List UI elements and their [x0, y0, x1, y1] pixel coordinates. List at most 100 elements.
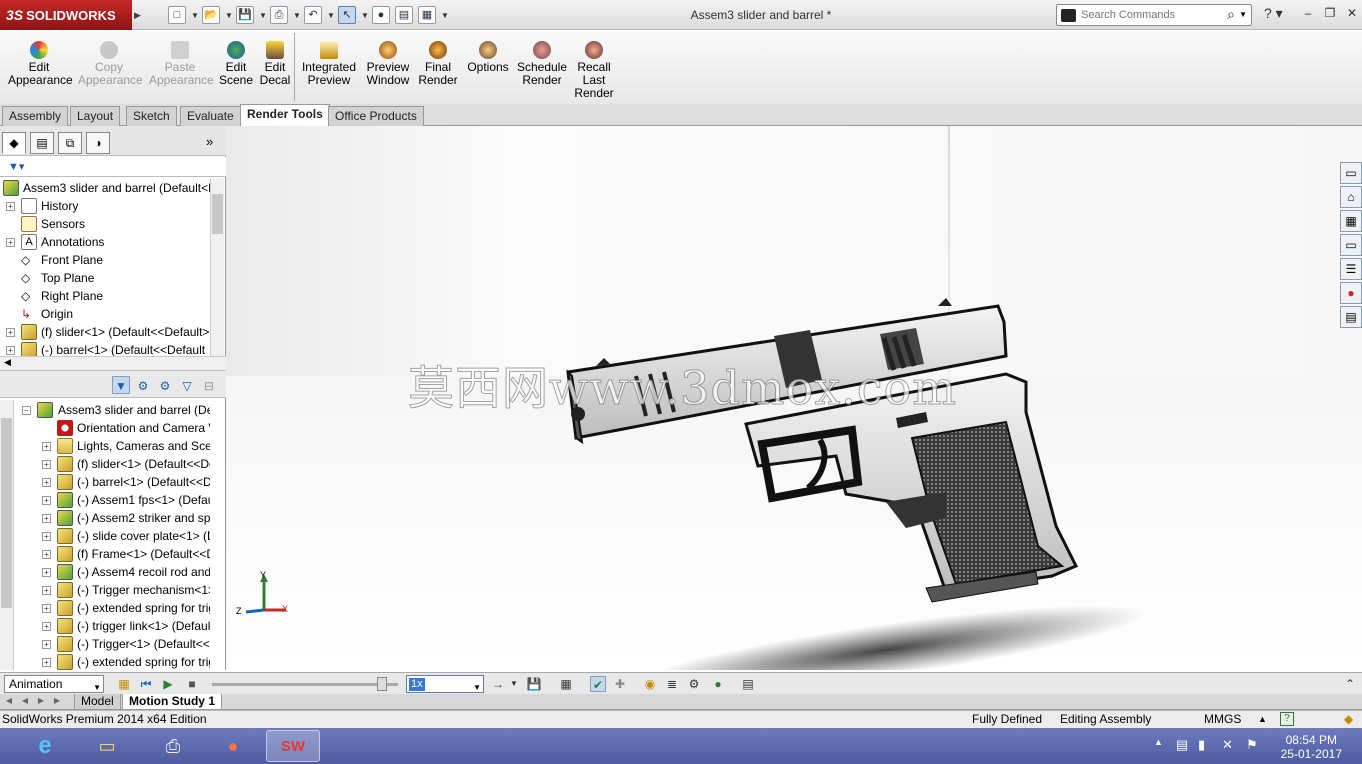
feature-tree-filter[interactable]: ▼▾ [0, 157, 226, 177]
expand-icon[interactable]: + [42, 514, 51, 523]
search-icon[interactable]: ⌕ [1227, 6, 1235, 23]
property-manager-tab-icon[interactable]: ▤ [30, 132, 54, 154]
stop-icon[interactable]: ■ [184, 676, 200, 692]
expand-icon[interactable]: + [6, 238, 15, 247]
display-manager-tab-icon[interactable]: ◑ [86, 132, 110, 154]
integrated-preview-button[interactable]: Integrated Preview [300, 41, 358, 87]
options-icon[interactable]: ▦ [418, 6, 436, 24]
undo-dropdown-icon[interactable]: ▼ [327, 11, 335, 20]
edit-appearance-icon[interactable]: ● [850, 126, 868, 129]
select-cursor-icon[interactable]: ↖ [338, 6, 356, 24]
expand-icon[interactable]: + [42, 442, 51, 451]
filter-icon[interactable]: ▼▾ [8, 160, 24, 173]
view-orientation-icon[interactable]: ▦ [742, 126, 760, 129]
filter-results-icon[interactable]: ▽ [178, 376, 196, 394]
units-status[interactable]: MMGS [1204, 711, 1241, 728]
expand-icon[interactable]: + [42, 568, 51, 577]
autokey-icon[interactable]: ✔ [590, 676, 606, 692]
timeline-slider-knob[interactable] [377, 677, 387, 691]
preview-window-button[interactable]: Preview Window [364, 41, 412, 87]
battery-icon[interactable]: ▮ [1198, 737, 1205, 753]
previous-view-icon[interactable]: ↶ [694, 126, 712, 129]
search-dropdown-icon[interactable]: ▼ [1239, 10, 1247, 19]
file-properties-icon[interactable]: ▤ [395, 6, 413, 24]
expand-icon[interactable]: + [42, 640, 51, 649]
expand-icon[interactable]: + [42, 586, 51, 595]
first-tab-icon[interactable]: ◀ [2, 696, 16, 708]
zoom-to-area-icon[interactable]: ⊙ [670, 126, 688, 129]
appearances-icon[interactable]: ● [1340, 282, 1362, 304]
expand-icon[interactable]: + [6, 328, 15, 337]
save-animation-icon[interactable]: 💾 [526, 676, 542, 692]
internet-explorer-icon[interactable]: e [18, 730, 72, 762]
motor-icon[interactable]: ◉ [642, 676, 658, 692]
results-plots-icon[interactable]: ▤ [740, 676, 756, 692]
expand-icon[interactable]: + [42, 532, 51, 541]
edit-scene-button[interactable]: Edit Scene [218, 41, 254, 87]
filter-driving-icon[interactable]: ⚙ [134, 376, 152, 394]
playback-speed-select[interactable]: 1x ▼ [406, 675, 484, 693]
help-icon[interactable]: ? ▾ [1264, 5, 1283, 22]
action-center-icon[interactable]: ⚑ [1246, 737, 1258, 753]
feature-tree-hscrollbar[interactable]: ◀ [0, 356, 226, 370]
final-render-button[interactable]: Final Render [418, 41, 458, 87]
expand-icon[interactable]: + [42, 496, 51, 505]
collapse-icon[interactable]: − [22, 406, 31, 415]
help-icon[interactable]: ? [1280, 712, 1294, 726]
home-icon[interactable]: ⌂ [1340, 186, 1362, 208]
open-dropdown-icon[interactable]: ▼ [225, 11, 233, 20]
options-button[interactable]: Options [466, 41, 510, 74]
gravity-icon[interactable]: ● [710, 676, 726, 692]
tab-layout[interactable]: Layout [70, 106, 121, 126]
tag-icon[interactable]: ◆ [1344, 711, 1353, 728]
print-icon[interactable]: ⎙ [270, 6, 288, 24]
copy-appearance-button[interactable]: Copy Appearance [78, 41, 143, 87]
expand-icon[interactable]: + [42, 460, 51, 469]
volume-muted-icon[interactable]: ✕ [1222, 737, 1233, 753]
solidworks-resources-icon[interactable]: ▭ [1340, 162, 1362, 184]
new-document-icon[interactable]: □ [168, 6, 186, 24]
contact-icon[interactable]: ⚙ [686, 676, 702, 692]
save-dropdown-icon[interactable]: ▼ [259, 11, 267, 20]
collapse-tree-icon[interactable]: ⊟ [200, 376, 218, 394]
last-tab-icon[interactable]: ▶ [50, 696, 64, 708]
zoom-to-fit-icon[interactable]: ⊕ [646, 126, 664, 129]
search-scope-icon[interactable] [1061, 9, 1076, 22]
calculate-icon[interactable]: ▦ [116, 676, 132, 692]
firefox-icon[interactable]: ● [206, 730, 260, 762]
view-settings-icon[interactable]: ▤ [910, 126, 928, 129]
printer-app-icon[interactable]: ⎙ [146, 730, 200, 762]
solidworks-taskbar-icon[interactable]: SW [266, 730, 320, 762]
schedule-render-button[interactable]: Schedule Render [516, 41, 568, 87]
paste-appearance-button[interactable]: Paste Appearance [149, 41, 214, 87]
timeline-slider[interactable] [212, 677, 398, 691]
units-menu-icon[interactable]: ▲ [1258, 711, 1267, 728]
edit-decal-button[interactable]: Edit Decal [258, 41, 292, 87]
open-folder-icon[interactable]: 📂 [202, 6, 220, 24]
rebuild-traffic-light-icon[interactable]: ● [372, 6, 390, 24]
expand-icon[interactable]: + [42, 604, 51, 613]
search-commands-box[interactable]: ⌕ ▼ [1056, 4, 1252, 26]
tab-model[interactable]: Model [74, 694, 121, 710]
expand-icon[interactable]: + [42, 478, 51, 487]
filter-animated-icon[interactable]: ▼ [112, 376, 130, 394]
tab-office-products[interactable]: Office Products [328, 106, 424, 126]
tab-sketch[interactable]: Sketch [126, 106, 177, 126]
expand-icon[interactable]: + [42, 658, 51, 667]
add-key-icon[interactable]: ✚ [612, 676, 628, 692]
close-icon[interactable]: ✕ [1344, 5, 1360, 21]
search-commands-input[interactable] [1081, 7, 1221, 23]
expand-icon[interactable]: + [6, 202, 15, 211]
view-palette-icon[interactable]: ☰ [1340, 258, 1362, 280]
expand-icon[interactable]: + [42, 622, 51, 631]
edit-appearance-button[interactable]: Edit Appearance [8, 41, 73, 87]
feature-manager-tab-icon[interactable]: ◆ [2, 132, 26, 154]
filter-selected-icon[interactable]: ⚙ [156, 376, 174, 394]
graphics-area[interactable]: 莫西网www.3dmox.com ⊕ ⊙ ↶ ▣ ▦▼ ◈▼ ◎▼ ● ●▼ ▤… [226, 126, 1362, 670]
expand-icon[interactable]: + [6, 346, 15, 355]
design-library-icon[interactable]: ▦ [1340, 210, 1362, 232]
spring-icon[interactable]: ≣ [664, 676, 680, 692]
section-view-icon[interactable]: ▣ [718, 126, 736, 129]
print-dropdown-icon[interactable]: ▼ [293, 11, 301, 20]
display-style-icon[interactable]: ◈ [778, 126, 796, 129]
